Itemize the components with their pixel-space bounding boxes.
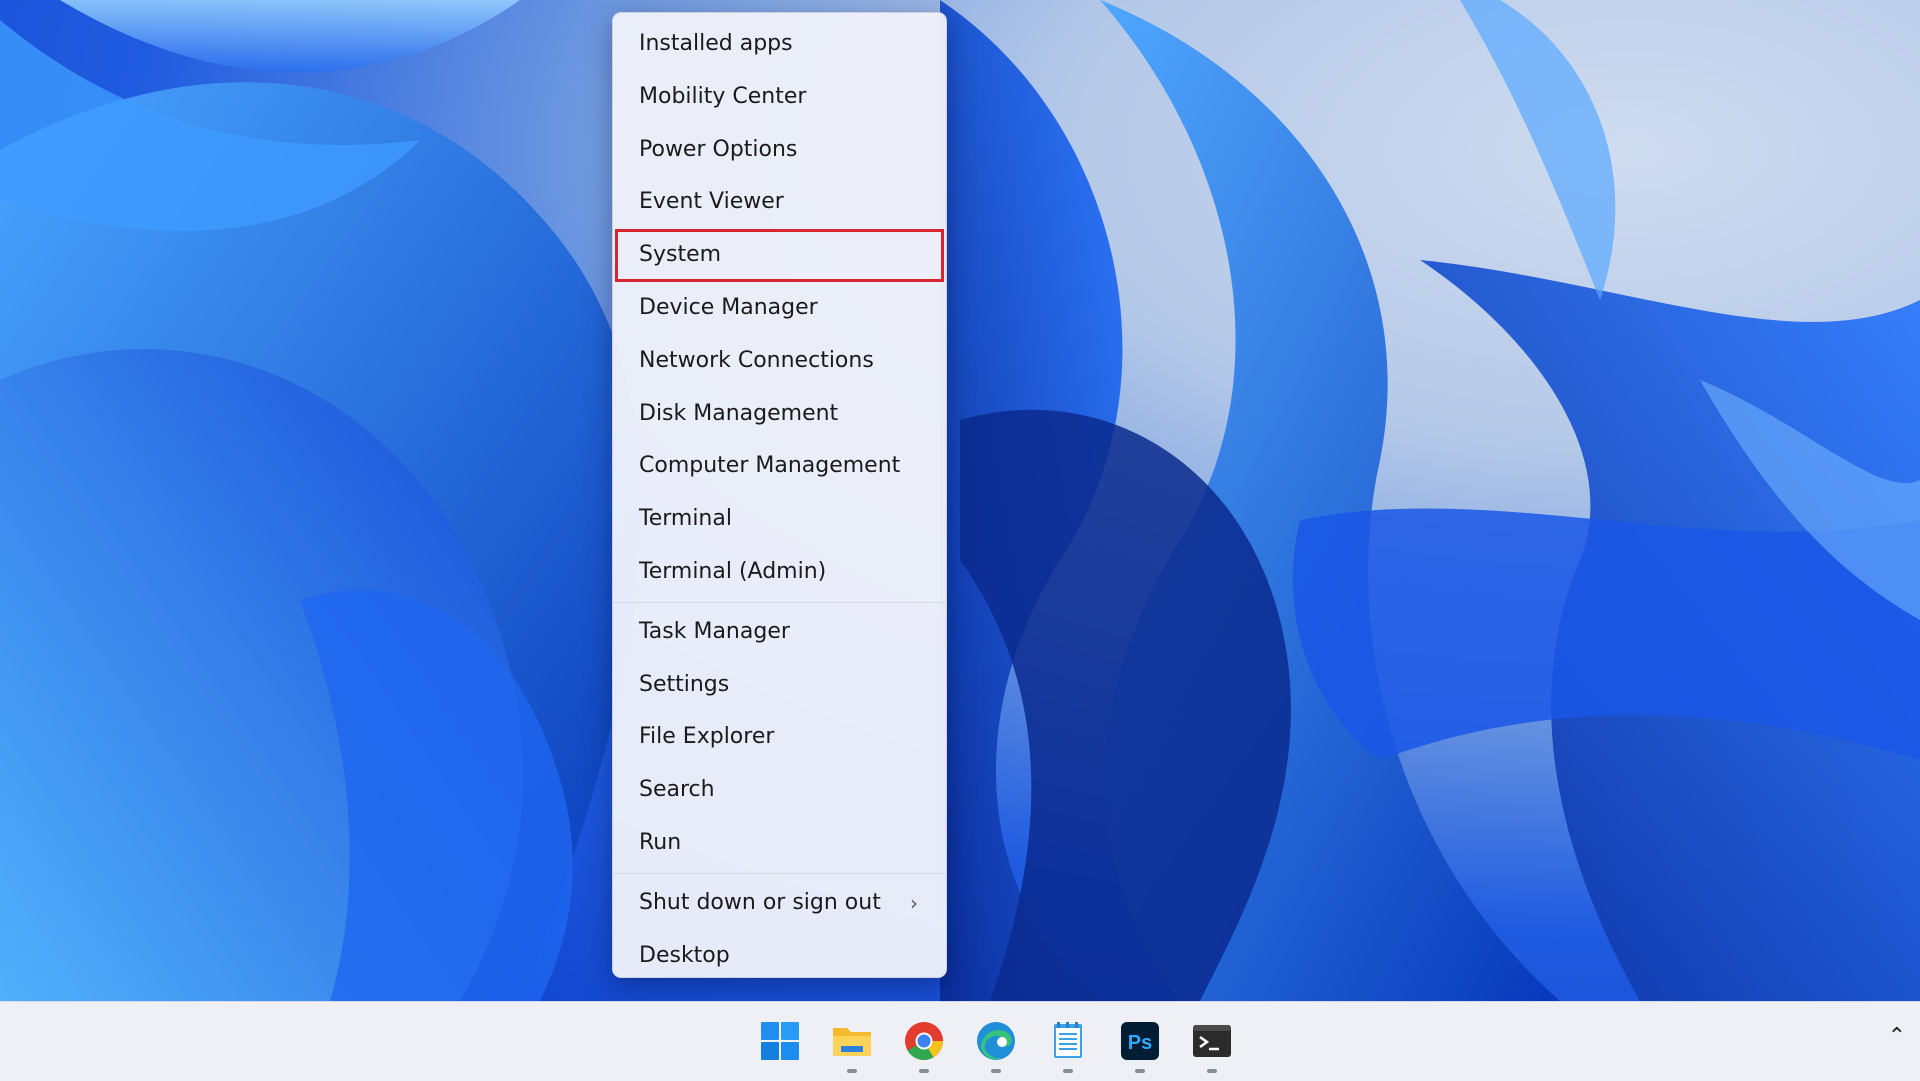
bloom-wallpaper bbox=[0, 0, 1920, 1001]
menu-item-disk-management[interactable]: Disk Management bbox=[615, 388, 944, 441]
windows-start-icon[interactable] bbox=[759, 1020, 801, 1062]
menu-item-run[interactable]: Run bbox=[615, 817, 944, 870]
menu-item-event-viewer[interactable]: Event Viewer bbox=[615, 176, 944, 229]
menu-item-system[interactable]: System bbox=[615, 229, 944, 282]
menu-item-task-manager[interactable]: Task Manager bbox=[615, 606, 944, 659]
running-indicator bbox=[991, 1069, 1001, 1073]
menu-item-label: Shut down or sign out bbox=[639, 889, 881, 915]
menu-item-installed-apps[interactable]: Installed apps bbox=[615, 18, 944, 71]
edge-icon[interactable] bbox=[975, 1020, 1017, 1062]
photoshop-icon[interactable]: Ps bbox=[1119, 1020, 1161, 1062]
menu-item-desktop[interactable]: Desktop bbox=[615, 930, 944, 983]
menu-item-device-manager[interactable]: Device Manager bbox=[615, 282, 944, 335]
menu-item-power-options[interactable]: Power Options bbox=[615, 124, 944, 177]
running-indicator bbox=[919, 1069, 929, 1073]
menu-item-mobility-center[interactable]: Mobility Center bbox=[615, 71, 944, 124]
menu-item-file-explorer[interactable]: File Explorer bbox=[615, 711, 944, 764]
running-indicator bbox=[1063, 1069, 1073, 1073]
winx-context-menu: Installed apps Mobility Center Power Opt… bbox=[612, 12, 947, 978]
photoshop-icon-text: Ps bbox=[1128, 1032, 1152, 1054]
chevron-up-icon[interactable]: ⌃ bbox=[1888, 1024, 1906, 1049]
menu-item-network-connections[interactable]: Network Connections bbox=[615, 335, 944, 388]
chevron-right-icon: › bbox=[910, 890, 918, 915]
chrome-icon[interactable] bbox=[903, 1020, 945, 1062]
menu-separator bbox=[613, 872, 946, 874]
menu-item-settings[interactable]: Settings bbox=[615, 659, 944, 712]
taskbar: Ps ⌃ bbox=[0, 1001, 1920, 1081]
terminal-icon[interactable] bbox=[1191, 1020, 1233, 1062]
desktop-wallpaper bbox=[0, 0, 1920, 1001]
menu-item-shut-down-or-sign-out[interactable]: Shut down or sign out › bbox=[615, 877, 944, 930]
running-indicator bbox=[1207, 1069, 1217, 1073]
running-indicator bbox=[847, 1069, 857, 1073]
file-explorer-icon[interactable] bbox=[831, 1020, 873, 1062]
menu-separator bbox=[613, 601, 946, 603]
notepad-icon[interactable] bbox=[1047, 1020, 1089, 1062]
menu-item-computer-management[interactable]: Computer Management bbox=[615, 440, 944, 493]
menu-item-terminal[interactable]: Terminal bbox=[615, 493, 944, 546]
menu-item-search[interactable]: Search bbox=[615, 764, 944, 817]
running-indicator bbox=[1135, 1069, 1145, 1073]
menu-item-terminal-admin[interactable]: Terminal (Admin) bbox=[615, 546, 944, 599]
